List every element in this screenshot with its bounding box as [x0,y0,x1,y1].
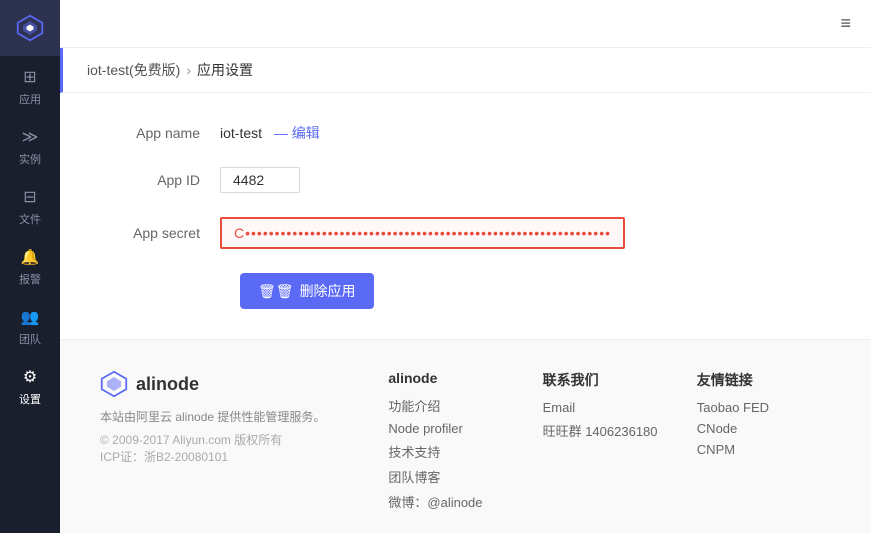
footer-link-cnpm[interactable]: CNPM [697,442,831,457]
apps-icon [23,66,36,87]
settings-form: App name iot-test — 编辑 App ID 4482 App s… [60,93,871,339]
breadcrumb-current: 应用设置 [197,60,253,80]
sidebar-logo[interactable] [0,0,60,56]
sidebar: 应用 实例 文件 报警 团队 设置 [0,0,60,533]
hamburger-menu-icon[interactable]: ≡ [840,13,851,34]
instance-icon [22,126,39,147]
app-secret-value[interactable]: C•••••••••••••••••••••••••••••••••••••••… [220,217,625,249]
app-name-label: App name [100,125,220,141]
sidebar-item-alert[interactable]: 报警 [0,236,60,296]
footer-link-wangwang[interactable]: 旺旺群 1406236180 [543,421,677,440]
footer-copyright: © 2009-2017 Aliyun.com 版权所有 [100,431,368,448]
sidebar-item-team[interactable]: 团队 [0,296,60,356]
app-name-value: iot-test — 编辑 [220,123,320,143]
sidebar-item-instance[interactable]: 实例 [0,116,60,176]
app-name-row: App name iot-test — 编辑 [100,123,831,143]
footer-link-profiler[interactable]: Node profiler [388,421,522,436]
footer-col-alinode-title: alinode [388,370,522,386]
trash-icon: 🗑 [258,283,294,300]
footer-col-contact-title: 联系我们 [543,370,677,390]
sidebar-item-apps-label: 应用 [19,91,41,107]
delete-app-button[interactable]: 🗑 删除应用 [240,273,374,309]
footer-col-friends: 友情链接 Taobao FED CNode CNPM [697,370,831,517]
app-secret-label: App secret [100,225,220,241]
footer-logo-icon [100,370,128,398]
footer-link-support[interactable]: 技术支持 [388,442,522,461]
main-area: ≡ iot-test(免费版) › 应用设置 App name iot-test… [60,0,871,533]
app-id-value: 4482 [220,167,300,193]
footer-col-contact: 联系我们 Email 旺旺群 1406236180 [543,370,677,517]
breadcrumb-parent[interactable]: iot-test(免费版) [87,60,180,80]
app-name-edit-link[interactable]: — 编辑 [274,125,320,141]
sidebar-item-settings[interactable]: 设置 [0,356,60,416]
logo-icon [16,14,44,42]
footer-desc: 本站由阿里云 alinode 提供性能管理服务。 [100,408,368,425]
footer-link-blog[interactable]: 团队博客 [388,467,522,486]
breadcrumb-separator: › [186,62,191,78]
footer-brand: alinode 本站由阿里云 alinode 提供性能管理服务。 © 2009-… [100,370,368,517]
sidebar-item-alert-label: 报警 [19,271,41,287]
settings-icon [23,366,37,387]
footer-col-friends-title: 友情链接 [697,370,831,390]
footer-link-email[interactable]: Email [543,400,677,415]
footer-icp: ICP证：浙B2-20080101 [100,448,368,465]
sidebar-item-team-label: 团队 [19,331,41,347]
breadcrumb: iot-test(免费版) › 应用设置 [60,48,871,93]
sidebar-item-file-label: 文件 [19,211,41,227]
footer-link-features[interactable]: 功能介绍 [388,396,522,415]
app-id-label: App ID [100,172,220,188]
footer-link-cnode[interactable]: CNode [697,421,831,436]
app-id-row: App ID 4482 [100,167,831,193]
footer-col-alinode: alinode 功能介绍 Node profiler 技术支持 团队博客 微博：… [388,370,522,517]
footer-link-taobao-fed[interactable]: Taobao FED [697,400,831,415]
footer: alinode 本站由阿里云 alinode 提供性能管理服务。 © 2009-… [60,339,871,533]
app-secret-row: App secret C••••••••••••••••••••••••••••… [100,217,831,249]
sidebar-item-instance-label: 实例 [19,151,41,167]
sidebar-item-apps[interactable]: 应用 [0,56,60,116]
footer-logo-text: alinode [136,374,199,395]
file-icon [23,186,36,207]
footer-link-weibo[interactable]: 微博：@alinode [388,492,522,511]
sidebar-item-file[interactable]: 文件 [0,176,60,236]
content-area: iot-test(免费版) › 应用设置 App name iot-test —… [60,48,871,533]
delete-button-label: 删除应用 [300,281,356,301]
topbar: ≡ [60,0,871,48]
footer-logo-area: alinode [100,370,368,398]
team-icon [21,306,40,327]
sidebar-item-settings-label: 设置 [19,391,41,407]
alert-icon [21,246,40,267]
